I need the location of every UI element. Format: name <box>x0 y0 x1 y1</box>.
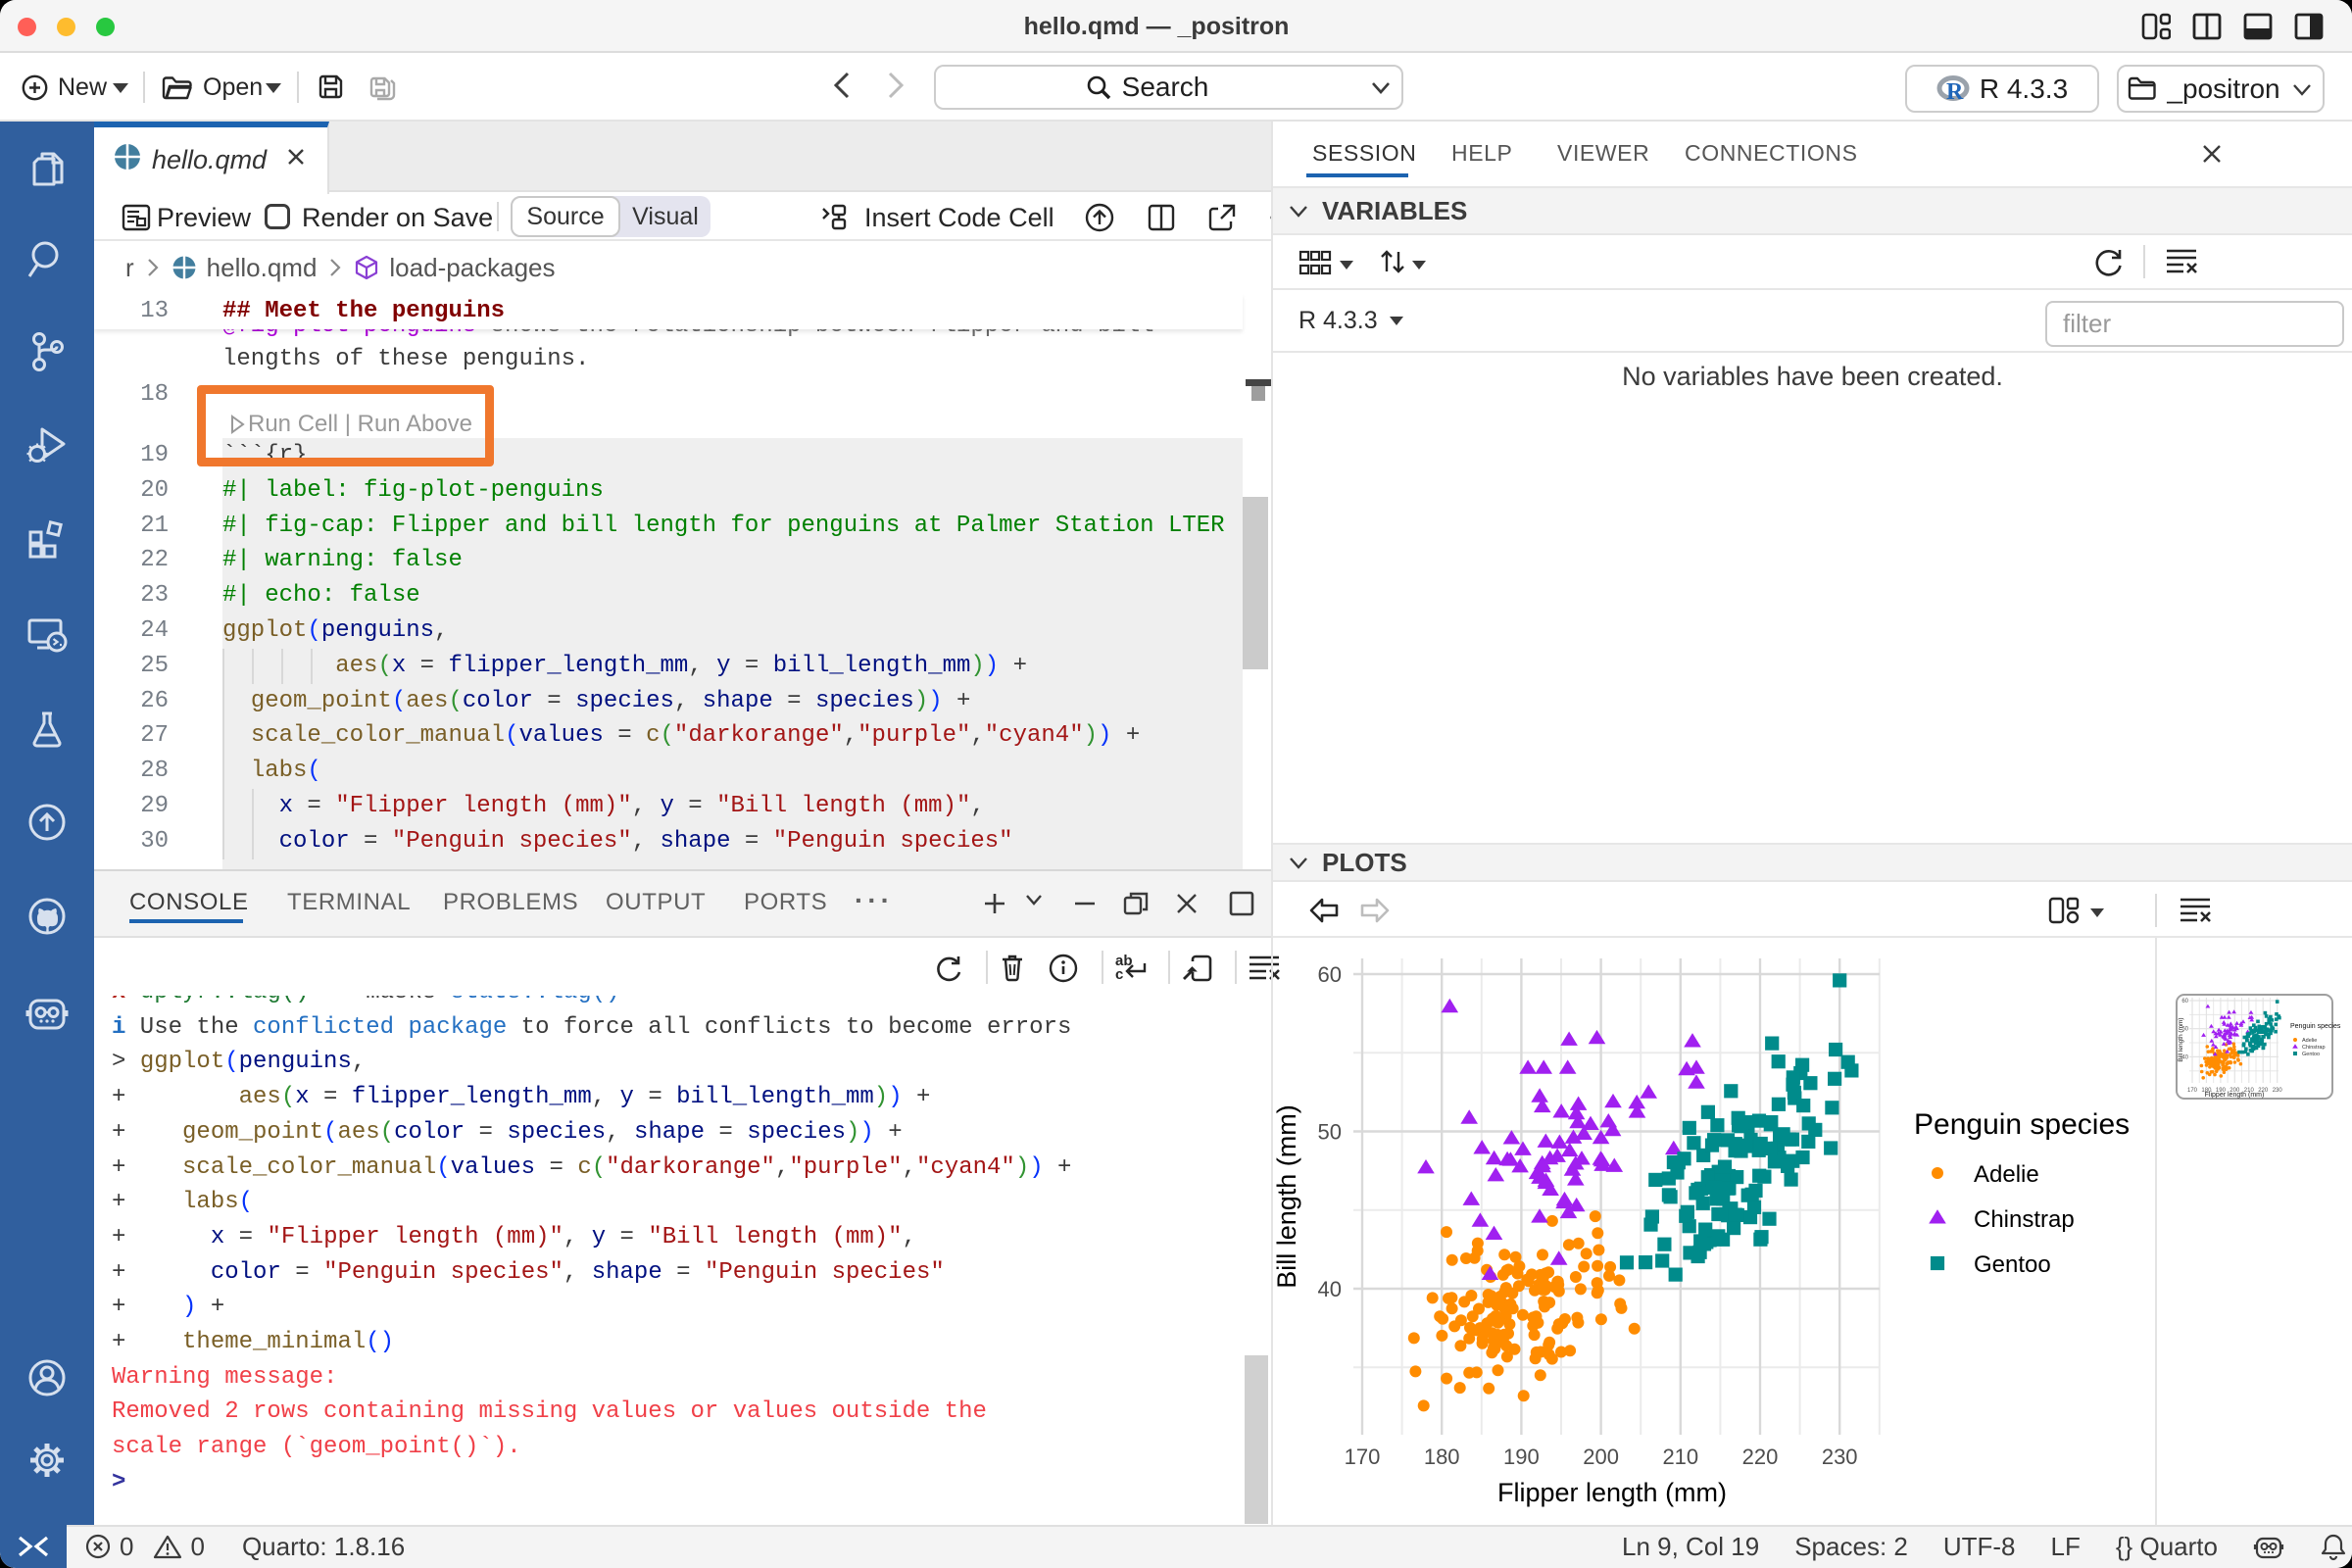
svg-text:Gentoo: Gentoo <box>2302 1052 2320 1057</box>
svg-text:Adelie: Adelie <box>2302 1038 2317 1044</box>
svg-text:Chinstrap: Chinstrap <box>2302 1045 2326 1051</box>
svg-text:60: 60 <box>2181 999 2188 1004</box>
svg-text:Bill length (mm): Bill length (mm) <box>2178 1017 2184 1061</box>
svg-text:230: 230 <box>2273 1088 2283 1094</box>
svg-text:Flipper length (mm): Flipper length (mm) <box>2205 1092 2265 1099</box>
svg-text:Penguin species: Penguin species <box>2290 1023 2341 1030</box>
svg-text:170: 170 <box>2187 1088 2198 1094</box>
